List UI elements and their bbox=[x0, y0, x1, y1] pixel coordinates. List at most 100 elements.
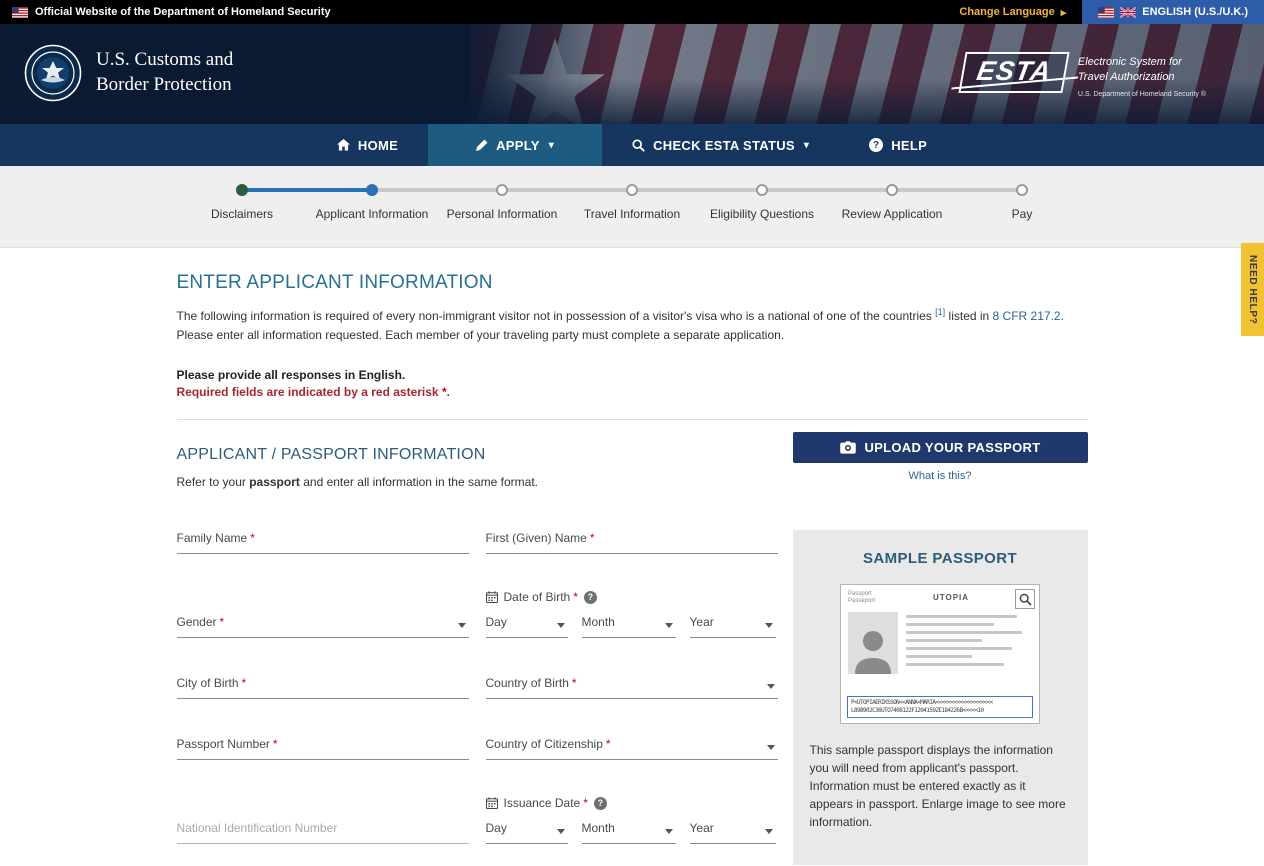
divider bbox=[177, 419, 1088, 420]
chevron-down-icon bbox=[765, 829, 773, 834]
magnifier-icon bbox=[1019, 593, 1032, 606]
issuance-month-select[interactable]: Month bbox=[582, 819, 676, 844]
language-selector-label: ENGLISH (U.S./U.K.) bbox=[1142, 6, 1248, 18]
issuance-year-select[interactable]: Year bbox=[690, 819, 776, 844]
chevron-down-icon bbox=[557, 623, 565, 628]
date-of-birth-group: Date of Birth* ? Day Month bbox=[486, 590, 778, 638]
sample-passport-image: Passport Passeport UTOPIA bbox=[840, 584, 1040, 724]
esta-logo: ESTA Electronic System for Travel Author… bbox=[962, 52, 1206, 99]
step-review-application[interactable]: Review Application bbox=[827, 184, 957, 221]
main-content: ENTER APPLICANT INFORMATION The followin… bbox=[177, 248, 1088, 866]
issuance-day-select[interactable]: Day bbox=[486, 819, 568, 844]
step-dot bbox=[1016, 184, 1028, 196]
step-disclaimers[interactable]: Disclaimers bbox=[177, 184, 307, 221]
passport-word-labels: Passport Passeport bbox=[848, 591, 894, 605]
required-fields-note: Required fields are indicated by a red a… bbox=[177, 385, 1088, 399]
nav-check-status-label: CHECK ESTA STATUS bbox=[653, 138, 795, 153]
person-silhouette-icon bbox=[853, 628, 893, 674]
city-of-birth-label: City of Birth* bbox=[177, 676, 247, 690]
passport-number-label: Passport Number* bbox=[177, 737, 278, 751]
help-icon: ? bbox=[869, 138, 883, 152]
official-site-notice: Official Website of the Department of Ho… bbox=[12, 6, 331, 18]
cbp-seal-icon bbox=[24, 44, 82, 102]
nav-check-esta-status[interactable]: CHECK ESTA STATUS ▾ bbox=[602, 124, 839, 166]
step-label: Pay bbox=[1012, 207, 1033, 221]
gender-select[interactable]: Gender* bbox=[177, 613, 469, 638]
nav-home[interactable]: HOME bbox=[307, 124, 428, 166]
dob-year-value: Year bbox=[690, 615, 714, 629]
change-language-label: Change Language bbox=[959, 6, 1054, 18]
chevron-down-icon bbox=[767, 684, 775, 689]
step-dot bbox=[496, 184, 508, 196]
dob-year-select[interactable]: Year bbox=[690, 613, 776, 638]
official-site-text: Official Website of the Department of Ho… bbox=[35, 6, 331, 18]
cbp-brand[interactable]: U.S. Customs and Border Protection bbox=[24, 44, 233, 102]
passport-mrz: P<UTOPIAERIKSSON<<ANNA<MARIA<<<<<<<<<<<<… bbox=[847, 696, 1033, 718]
help-icon[interactable]: ? bbox=[594, 797, 607, 810]
step-personal-information[interactable]: Personal Information bbox=[437, 184, 567, 221]
national-id-input[interactable]: National Identification Number bbox=[177, 819, 469, 844]
passport-country-name: UTOPIA bbox=[894, 591, 1008, 605]
applicant-form: Family Name* First (Given) Name* Gender* bbox=[177, 529, 779, 866]
esta-logo-mark: ESTA bbox=[958, 52, 1069, 93]
need-help-tab[interactable]: NEED HELP? bbox=[1241, 243, 1264, 336]
calendar-icon bbox=[486, 591, 498, 603]
upload-passport-button[interactable]: UPLOAD YOUR PASSPORT bbox=[793, 432, 1088, 463]
chevron-down-icon bbox=[665, 623, 673, 628]
chevron-down-icon bbox=[767, 745, 775, 750]
upload-passport-label: UPLOAD YOUR PASSPORT bbox=[865, 440, 1041, 455]
language-selector-button[interactable]: ENGLISH (U.S./U.K.) bbox=[1082, 0, 1264, 24]
issuance-date-group: Issuance Date* ? Day Month bbox=[486, 796, 778, 844]
sample-passport-title: SAMPLE PASSPORT bbox=[810, 550, 1071, 567]
caret-right-icon: ▸ bbox=[1061, 6, 1067, 19]
change-language-link[interactable]: Change Language ▸ bbox=[959, 6, 1066, 19]
esta-department-line: U.S. Department of Homeland Security ® bbox=[1078, 90, 1206, 99]
footnote-link[interactable]: [1] bbox=[935, 307, 945, 317]
caret-down-icon: ▾ bbox=[549, 140, 554, 151]
step-applicant-information[interactable]: Applicant Information bbox=[307, 184, 437, 221]
nav-help-label: HELP bbox=[891, 138, 927, 153]
passport-photo-silhouette bbox=[848, 612, 898, 674]
camera-icon bbox=[840, 441, 856, 454]
us-flag-icon bbox=[12, 7, 28, 18]
step-label: Applicant Information bbox=[316, 207, 429, 221]
family-name-label: Family Name* bbox=[177, 531, 255, 545]
dob-day-select[interactable]: Day bbox=[486, 613, 568, 638]
uk-flag-icon bbox=[1120, 7, 1136, 18]
gender-label: Gender* bbox=[177, 615, 225, 629]
step-label: Disclaimers bbox=[211, 207, 273, 221]
family-name-input[interactable]: Family Name* bbox=[177, 529, 469, 554]
country-of-citizenship-select[interactable]: Country of Citizenship* bbox=[486, 735, 778, 760]
application-progress: Disclaimers Applicant Information Person… bbox=[0, 166, 1264, 248]
step-dot bbox=[626, 184, 638, 196]
chevron-down-icon bbox=[765, 623, 773, 628]
cfr-link[interactable]: 8 CFR 217.2 bbox=[993, 309, 1061, 323]
nav-apply-label: APPLY bbox=[496, 138, 540, 153]
nav-apply[interactable]: APPLY ▾ bbox=[428, 124, 602, 166]
esta-tagline: Electronic System for Travel Authorizati… bbox=[1078, 52, 1206, 99]
country-of-birth-select[interactable]: Country of Birth* bbox=[486, 674, 778, 699]
step-eligibility-questions[interactable]: Eligibility Questions bbox=[697, 184, 827, 221]
us-flag-icon bbox=[1098, 7, 1114, 18]
intro-paragraph: The following information is required of… bbox=[177, 306, 1088, 344]
site-header: U.S. Customs and Border Protection ESTA … bbox=[0, 24, 1264, 124]
step-travel-information[interactable]: Travel Information bbox=[567, 184, 697, 221]
passport-number-input[interactable]: Passport Number* bbox=[177, 735, 469, 760]
issuance-day-value: Day bbox=[486, 821, 507, 835]
enlarge-passport-button[interactable] bbox=[1015, 589, 1035, 609]
step-dot bbox=[366, 184, 378, 196]
section-title: APPLICANT / PASSPORT INFORMATION bbox=[177, 446, 779, 464]
nav-help[interactable]: ? HELP bbox=[839, 124, 957, 166]
national-id-placeholder: National Identification Number bbox=[177, 821, 338, 835]
city-of-birth-input[interactable]: City of Birth* bbox=[177, 674, 469, 699]
dob-month-value: Month bbox=[582, 615, 615, 629]
section-subtitle: Refer to your passport and enter all inf… bbox=[177, 475, 779, 489]
esta-acronym: ESTA bbox=[974, 56, 1053, 87]
first-name-input[interactable]: First (Given) Name* bbox=[486, 529, 778, 554]
what-is-this-link[interactable]: What is this? bbox=[793, 470, 1088, 482]
page-title: ENTER APPLICANT INFORMATION bbox=[177, 272, 1088, 294]
citizenship-label: Country of Citizenship* bbox=[486, 737, 611, 751]
help-icon[interactable]: ? bbox=[584, 591, 597, 604]
step-pay[interactable]: Pay bbox=[957, 184, 1087, 221]
dob-month-select[interactable]: Month bbox=[582, 613, 676, 638]
